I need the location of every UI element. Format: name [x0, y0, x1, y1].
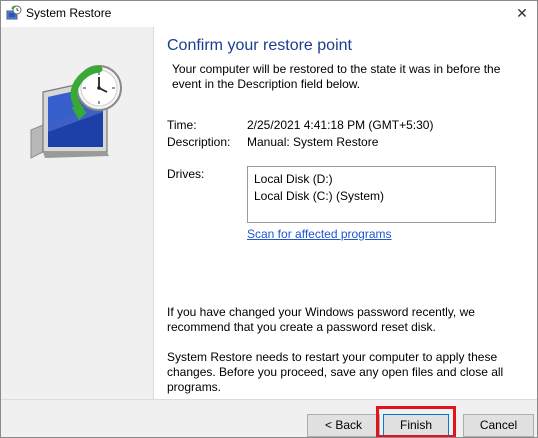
back-button[interactable]: < Back — [307, 414, 380, 437]
button-bar: < Back Finish Cancel — [1, 399, 537, 437]
restart-note: System Restore needs to restart your com… — [167, 350, 504, 394]
drives-list[interactable]: Local Disk (D:) Local Disk (C:) (System) — [247, 166, 496, 223]
system-restore-clock-monitor-icon — [30, 65, 122, 159]
close-icon: ✕ — [516, 4, 528, 21]
cancel-button[interactable]: Cancel — [463, 414, 534, 437]
close-button[interactable]: ✕ — [507, 1, 537, 25]
system-restore-window: System Restore ✕ Confirm your restore po… — [0, 0, 538, 438]
side-panel — [1, 27, 154, 399]
main-content: Confirm your restore point Your computer… — [154, 27, 537, 399]
password-note: If you have changed your Windows passwor… — [167, 305, 475, 334]
time-value: 2/25/2021 4:41:18 PM (GMT+5:30) — [247, 118, 434, 132]
page-title: Confirm your restore point — [167, 37, 352, 54]
description-label: Description: — [167, 135, 231, 149]
list-item: Local Disk (D:) — [254, 172, 333, 186]
time-label: Time: — [167, 118, 197, 132]
drives-label: Drives: — [167, 167, 205, 181]
window-title: System Restore — [26, 6, 112, 20]
intro-text: Your computer will be restored to the st… — [172, 62, 501, 91]
description-value: Manual: System Restore — [247, 135, 379, 149]
scan-affected-programs-link[interactable]: Scan for affected programs — [247, 227, 392, 241]
list-item: Local Disk (C:) (System) — [254, 189, 385, 203]
finish-button[interactable]: Finish — [383, 414, 449, 437]
system-restore-icon — [6, 5, 22, 21]
title-bar: System Restore ✕ — [1, 1, 537, 27]
